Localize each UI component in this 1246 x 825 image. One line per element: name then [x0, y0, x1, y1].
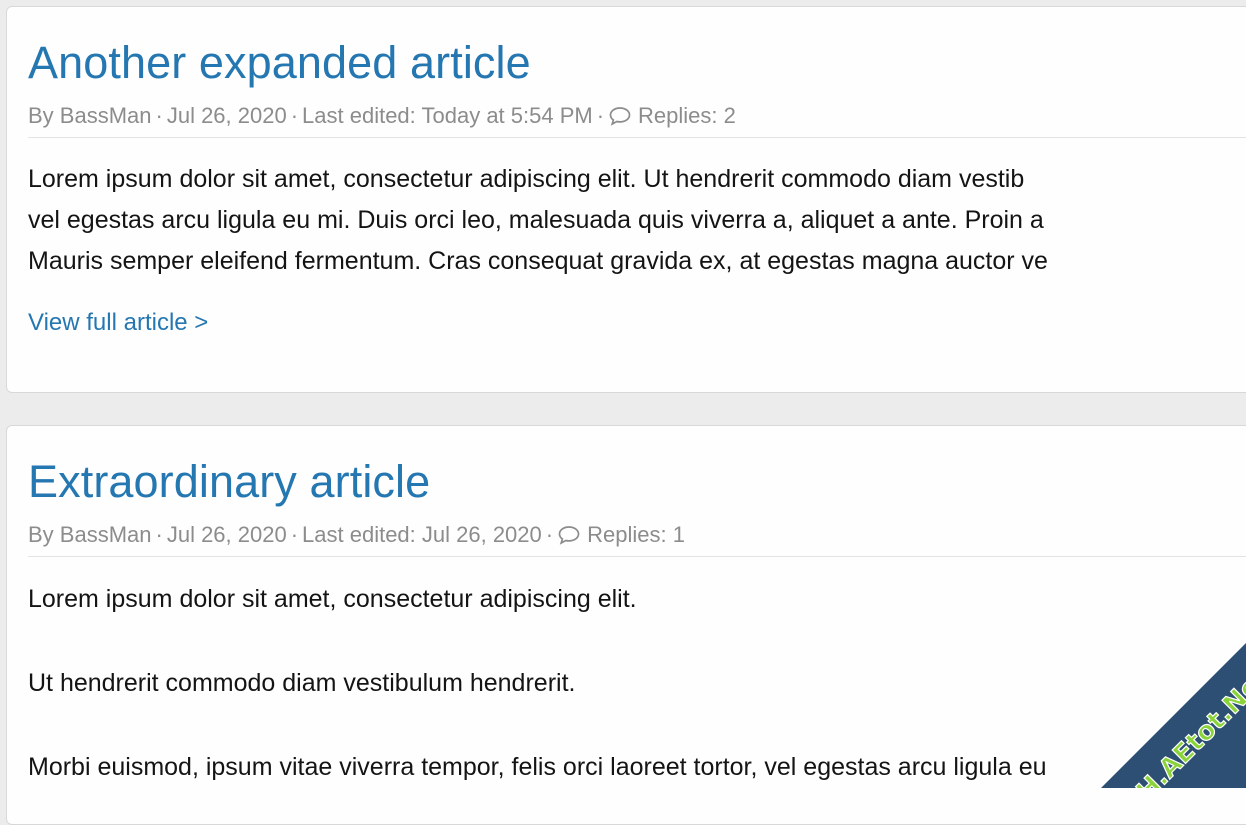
article-last-edited: Last edited: Jul 26, 2020 — [302, 522, 542, 547]
article-author[interactable]: By BassMan — [28, 103, 152, 128]
meta-separator: · — [156, 103, 163, 128]
meta-separator: · — [156, 522, 163, 547]
meta-separator: · — [546, 522, 553, 547]
body-line: Mauris semper eleifend fermentum. Cras c… — [28, 241, 1246, 282]
article-card: Another expanded article By BassMan·Jul … — [6, 6, 1246, 393]
article-title[interactable]: Another expanded article — [28, 7, 1246, 85]
replies-count: Replies: 2 — [638, 103, 736, 128]
article-date[interactable]: Jul 26, 2020 — [167, 522, 287, 547]
article-last-edited: Last edited: Today at 5:54 PM — [302, 103, 593, 128]
meta-separator: · — [291, 522, 298, 547]
article-paragraph: Morbi euismod, ipsum vitae viverra tempo… — [28, 755, 1246, 780]
article-meta: By BassMan·Jul 26, 2020·Last edited: Jul… — [28, 524, 1246, 557]
article-date[interactable]: Jul 26, 2020 — [167, 103, 287, 128]
article-meta: By BassMan·Jul 26, 2020·Last edited: Tod… — [28, 105, 1246, 138]
comment-icon — [557, 525, 581, 545]
article-title[interactable]: Extraordinary article — [28, 426, 1246, 504]
article-body: Lorem ipsum dolor sit amet, consectetur … — [28, 159, 1246, 282]
body-line: vel egestas arcu ligula eu mi. Duis orci… — [28, 200, 1246, 241]
article-author[interactable]: By BassMan — [28, 522, 152, 547]
view-full-article-link[interactable]: View full article > — [28, 309, 208, 337]
replies-link[interactable]: Replies: 1 — [557, 522, 685, 547]
comment-icon — [608, 106, 632, 126]
article-paragraph: Ut hendrerit commodo diam vestibulum hen… — [28, 671, 1246, 696]
article-card: Extraordinary article By BassMan·Jul 26,… — [6, 425, 1246, 825]
meta-separator: · — [597, 103, 604, 128]
replies-count: Replies: 1 — [587, 522, 685, 547]
article-paragraph: Lorem ipsum dolor sit amet, consectetur … — [28, 587, 1246, 612]
body-line: Lorem ipsum dolor sit amet, consectetur … — [28, 159, 1246, 200]
replies-link[interactable]: Replies: 2 — [608, 103, 736, 128]
meta-separator: · — [291, 103, 298, 128]
